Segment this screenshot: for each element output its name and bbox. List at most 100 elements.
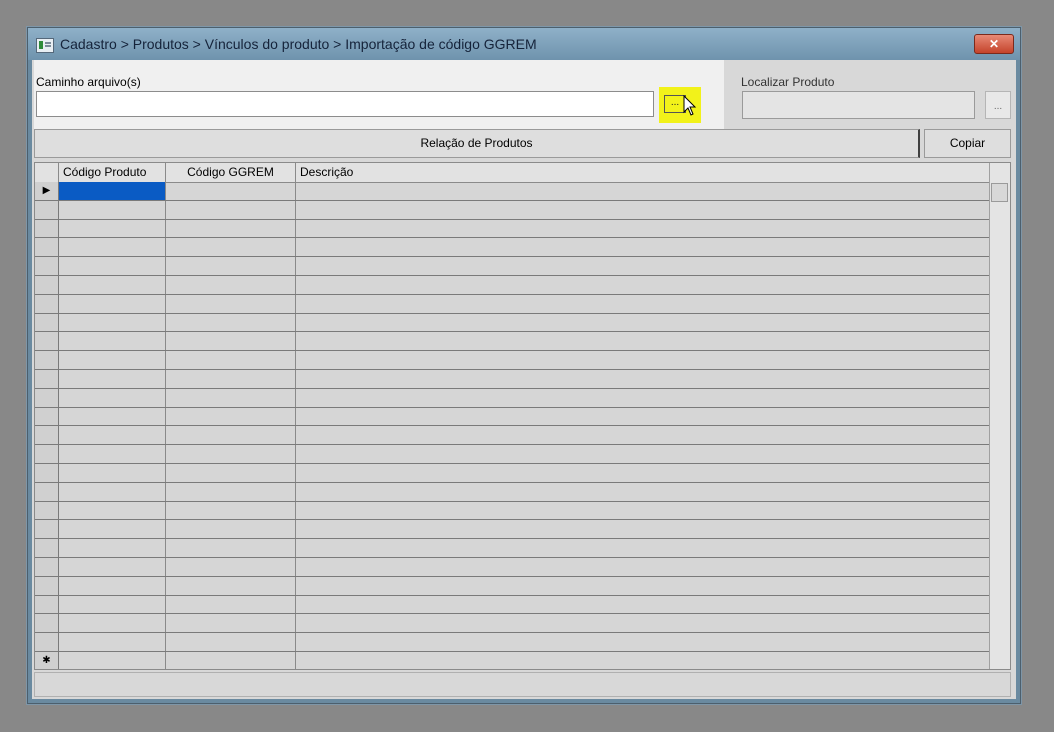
cell-ggrem-code[interactable]	[166, 407, 296, 426]
cell-ggrem-code[interactable]	[166, 633, 296, 651]
cell-product-code[interactable]	[59, 388, 166, 407]
row-header[interactable]	[35, 501, 59, 520]
cell-description[interactable]	[296, 652, 990, 669]
column-header-product-code[interactable]: Código Produto	[59, 163, 166, 182]
cell-product-code[interactable]	[59, 351, 166, 369]
row-header[interactable]	[35, 276, 59, 294]
cell-ggrem-code[interactable]	[166, 388, 296, 407]
product-search-button[interactable]: ...	[985, 91, 1011, 119]
file-path-input[interactable]	[36, 91, 654, 117]
cell-product-code[interactable]	[59, 464, 166, 482]
cell-description[interactable]	[296, 370, 990, 388]
table-row[interactable]	[35, 313, 990, 333]
table-row[interactable]: ▶	[35, 182, 990, 201]
cell-ggrem-code[interactable]	[166, 313, 296, 332]
cell-ggrem-code[interactable]	[166, 351, 296, 369]
table-row[interactable]	[35, 332, 990, 352]
cell-description[interactable]	[296, 577, 990, 595]
cell-ggrem-code[interactable]	[166, 370, 296, 388]
cell-ggrem-code[interactable]	[166, 652, 296, 669]
cell-ggrem-code[interactable]	[166, 257, 296, 275]
table-row[interactable]	[35, 464, 990, 483]
cell-product-code[interactable]	[59, 482, 166, 501]
cell-ggrem-code[interactable]	[166, 426, 296, 445]
table-row[interactable]	[35, 595, 990, 615]
cell-description[interactable]	[296, 614, 990, 632]
table-row[interactable]	[35, 558, 990, 577]
cell-description[interactable]	[296, 558, 990, 576]
row-header[interactable]	[35, 238, 59, 257]
cell-product-code[interactable]	[59, 407, 166, 426]
cell-description[interactable]	[296, 483, 990, 501]
row-header[interactable]	[35, 370, 59, 388]
cell-ggrem-code[interactable]	[166, 558, 296, 576]
cell-ggrem-code[interactable]	[166, 238, 296, 257]
cell-ggrem-code[interactable]	[166, 464, 296, 482]
row-header[interactable]	[35, 520, 59, 539]
cell-product-code[interactable]	[59, 426, 166, 445]
row-header[interactable]	[35, 576, 59, 595]
cell-description[interactable]	[296, 389, 990, 407]
cell-description[interactable]	[296, 520, 990, 538]
row-header[interactable]	[35, 332, 59, 351]
cell-description[interactable]	[296, 295, 990, 313]
table-row[interactable]	[35, 614, 990, 634]
cell-product-code[interactable]	[59, 501, 166, 520]
cell-ggrem-code[interactable]	[166, 200, 296, 219]
copy-button[interactable]: Copiar	[924, 129, 1011, 158]
vertical-scrollbar[interactable]	[989, 163, 1010, 669]
row-header[interactable]	[35, 614, 59, 633]
table-row[interactable]	[35, 219, 990, 239]
cell-ggrem-code[interactable]	[166, 614, 296, 633]
cell-product-code[interactable]	[59, 219, 166, 238]
cell-ggrem-code[interactable]	[166, 482, 296, 501]
table-row[interactable]	[35, 238, 990, 258]
cell-description[interactable]	[296, 464, 990, 482]
cell-product-code[interactable]	[59, 520, 166, 539]
table-row[interactable]	[35, 445, 990, 464]
cell-description[interactable]	[296, 182, 990, 200]
cell-description[interactable]	[296, 596, 990, 614]
cell-ggrem-code[interactable]	[166, 332, 296, 351]
row-header[interactable]	[35, 426, 59, 445]
product-list-button[interactable]: Relação de Produtos	[34, 129, 920, 158]
cell-description[interactable]	[296, 314, 990, 332]
cell-product-code[interactable]	[59, 370, 166, 388]
cell-ggrem-code[interactable]	[166, 520, 296, 539]
table-row[interactable]	[35, 633, 990, 652]
table-row[interactable]	[35, 501, 990, 521]
cell-product-code[interactable]	[59, 445, 166, 463]
cell-product-code[interactable]	[59, 294, 166, 313]
cell-ggrem-code[interactable]	[166, 276, 296, 294]
cell-description[interactable]	[296, 332, 990, 350]
row-header[interactable]	[35, 445, 59, 463]
browse-files-button[interactable]: ...	[659, 87, 701, 123]
row-header[interactable]	[35, 539, 59, 557]
cell-ggrem-code[interactable]	[166, 576, 296, 595]
scrollbar-thumb[interactable]	[991, 183, 1008, 202]
cell-description[interactable]	[296, 445, 990, 463]
row-header[interactable]	[35, 294, 59, 313]
row-header[interactable]: ✱	[35, 652, 59, 669]
cell-description[interactable]	[296, 276, 990, 294]
title-bar[interactable]: Cadastro > Produtos > Vínculos do produt…	[28, 28, 1020, 60]
row-header[interactable]	[35, 558, 59, 576]
cell-product-code[interactable]	[59, 558, 166, 576]
table-row[interactable]	[35, 426, 990, 446]
row-header[interactable]	[35, 313, 59, 332]
row-header[interactable]	[35, 200, 59, 219]
cell-description[interactable]	[296, 201, 990, 219]
table-row[interactable]	[35, 370, 990, 389]
row-header[interactable]	[35, 595, 59, 614]
cell-product-code[interactable]	[59, 614, 166, 633]
cell-ggrem-code[interactable]	[166, 445, 296, 463]
cell-description[interactable]	[296, 257, 990, 275]
close-button[interactable]: ✕	[974, 34, 1014, 54]
cell-product-code[interactable]	[59, 238, 166, 257]
column-header-description[interactable]: Descrição	[296, 163, 990, 182]
row-header[interactable]	[35, 633, 59, 651]
table-row[interactable]	[35, 539, 990, 558]
table-row[interactable]	[35, 276, 990, 295]
table-row[interactable]	[35, 294, 990, 314]
cell-description[interactable]	[296, 502, 990, 520]
